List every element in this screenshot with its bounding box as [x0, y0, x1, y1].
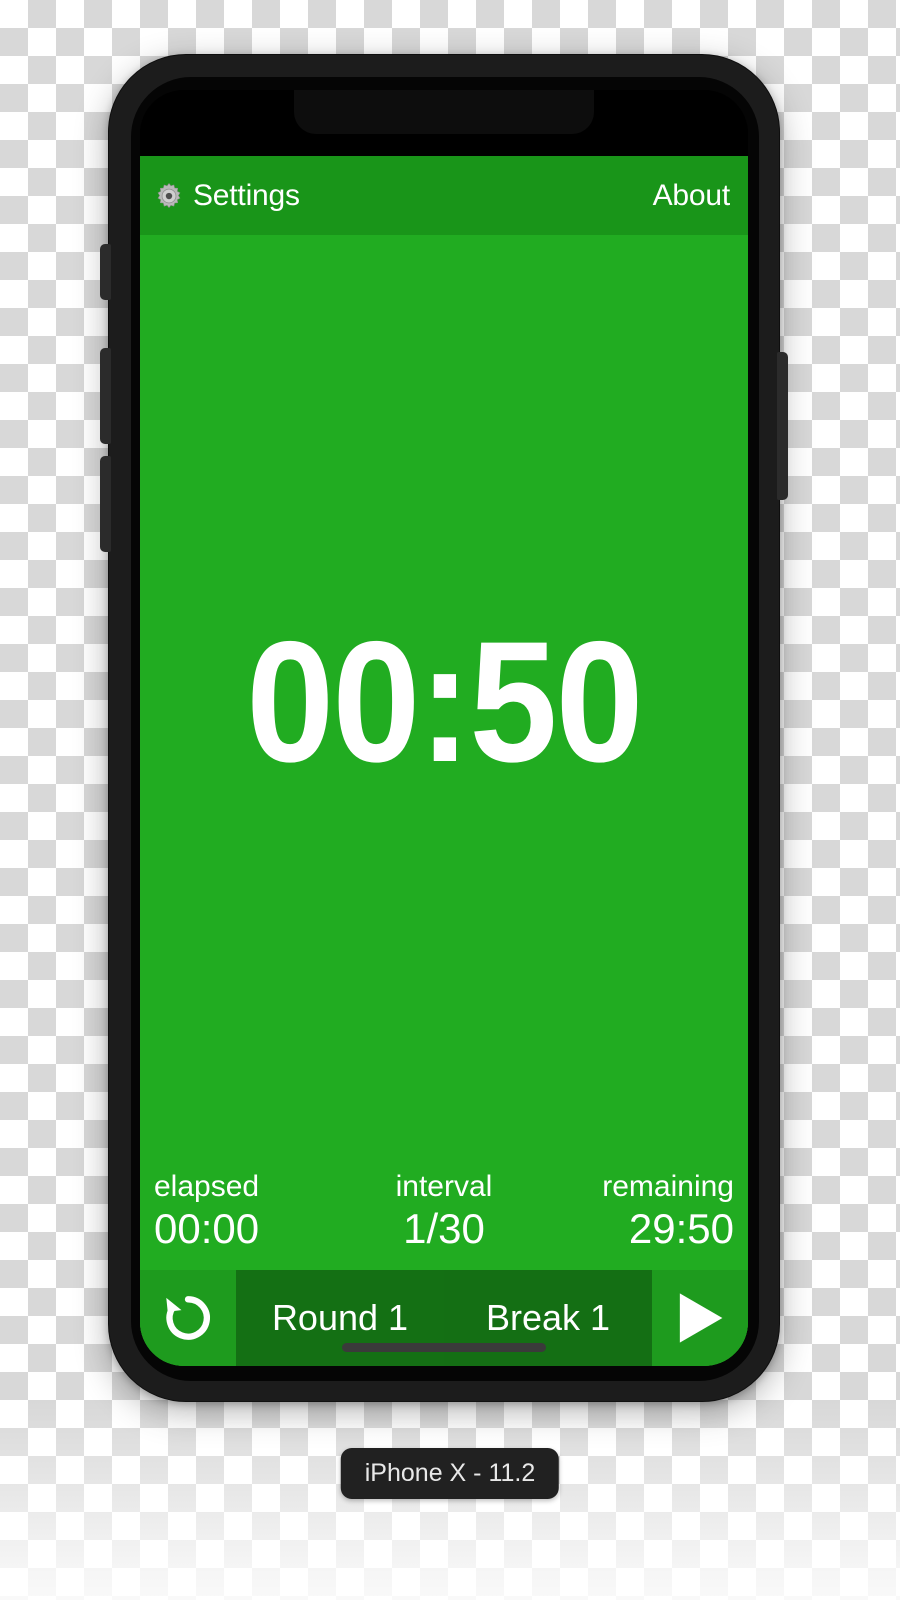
home-indicator[interactable] [342, 1343, 546, 1352]
silent-switch[interactable] [100, 244, 111, 300]
break-label: Break 1 [485, 1297, 611, 1338]
timer-value: 00:50 [246, 606, 643, 799]
about-button[interactable]: About [653, 180, 731, 211]
stat-remaining-value: 29:50 [628, 1205, 734, 1253]
stat-interval-value: 1/30 [403, 1205, 485, 1253]
stat-interval: interval 1/30 [347, 1170, 540, 1254]
play-button[interactable] [652, 1270, 748, 1366]
settings-button[interactable]: Settings [154, 178, 300, 212]
page-root: Settings About 00:50 elapsed 00:00 inter… [0, 0, 900, 1600]
timer-display-region[interactable]: 00:50 [140, 235, 748, 1171]
status-bar-area [140, 90, 748, 156]
gear-icon [154, 181, 184, 211]
device-label-badge: iPhone X - 11.2 [340, 1448, 560, 1499]
round-label: Round 1 [271, 1297, 409, 1338]
app-content: Settings About 00:50 elapsed 00:00 inter… [140, 156, 748, 1366]
notch [294, 90, 594, 134]
device-screen: Settings About 00:50 elapsed 00:00 inter… [140, 90, 748, 1366]
reset-icon [160, 1290, 216, 1346]
navigation-bar: Settings About [140, 156, 748, 235]
volume-up-button[interactable] [100, 348, 111, 444]
play-icon [673, 1290, 727, 1346]
reset-button[interactable] [140, 1270, 236, 1366]
stat-elapsed-label: elapsed [154, 1170, 260, 1204]
stat-elapsed-value: 00:00 [154, 1205, 260, 1253]
power-button[interactable] [777, 352, 788, 500]
stat-elapsed: elapsed 00:00 [154, 1170, 347, 1254]
stat-remaining: remaining 29:50 [541, 1170, 734, 1254]
stat-interval-label: interval [395, 1170, 493, 1204]
volume-down-button[interactable] [100, 456, 111, 552]
settings-label: Settings [193, 178, 300, 212]
stats-row: elapsed 00:00 interval 1/30 remaining 29… [140, 1170, 748, 1270]
stat-remaining-label: remaining [602, 1170, 734, 1204]
